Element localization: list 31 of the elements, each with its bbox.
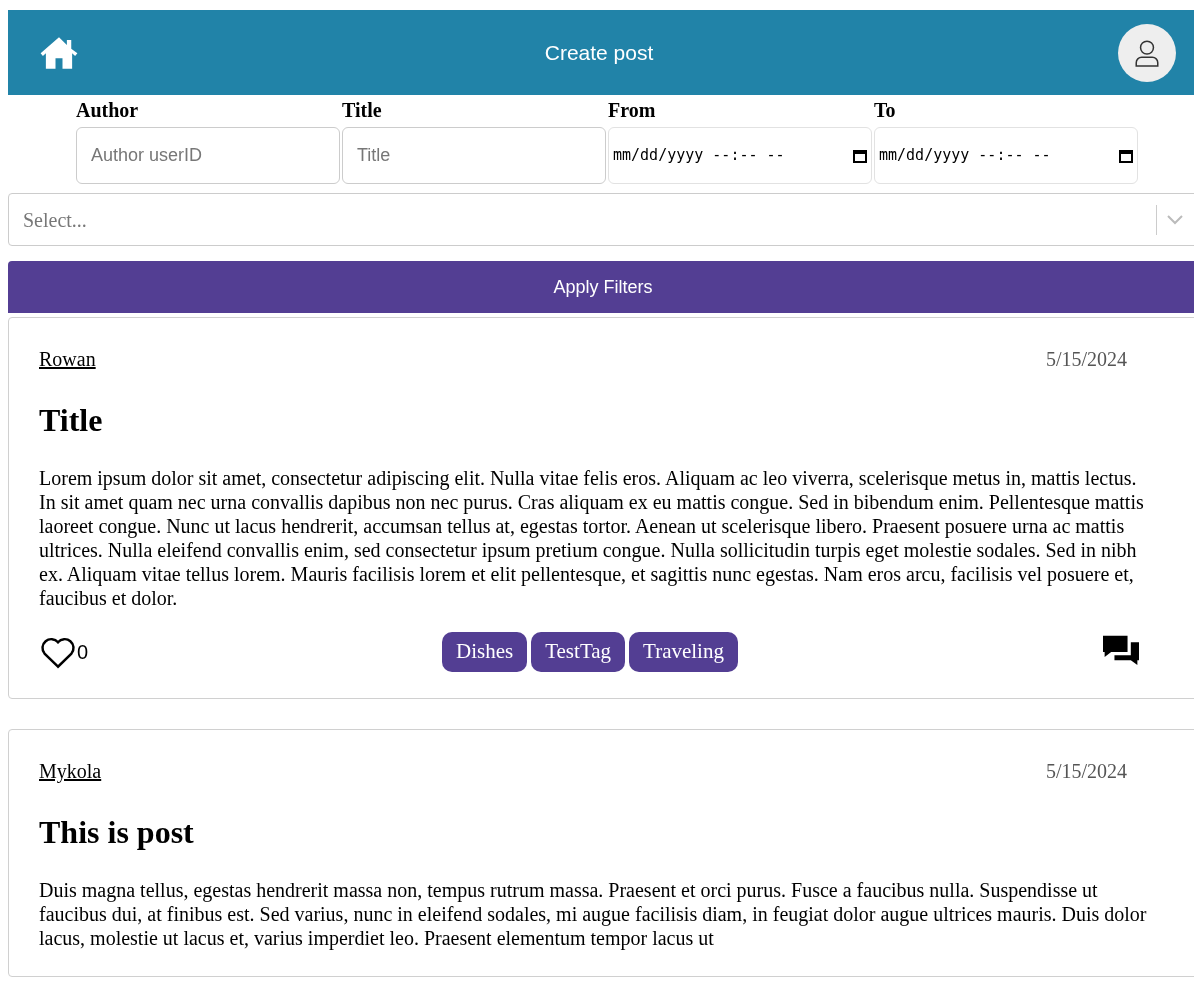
select-field[interactable]: Select... [8, 193, 1194, 246]
post-title: This is post [39, 813, 195, 852]
apply-filters-button[interactable]: Apply Filters [8, 261, 1194, 313]
user-icon [1134, 38, 1160, 67]
profile-button[interactable] [1118, 23, 1176, 82]
tag-chip[interactable]: TestTag [531, 632, 626, 672]
filter-field[interactable]: Title [342, 127, 606, 184]
post-body: Duis magna tellus, egestas hendrerit massa non, tempus rutrum massa. Praesent et orci purus. Fusce a faucibus nulla. Suspendisse ut faucibus dui, at finibus est. Sed varius, nunc in eleifend sodales, mi augue facilisis diam, in feugiat dolor augue ultrices mauris. Duis dolor lacus, molestie ut lacus et, varius imperdiet leo. Praesent elementum tempor lacus ut [39, 878, 1148, 950]
post-date: 5/15/2024 [1045, 347, 1127, 372]
post-body: Lorem ipsum dolor sit amet, consectetur adipiscing elit. Nulla vitae felis eros. Aliquam ac leo viverra, scelerisque metus in, mattis lectus. In sit amet quam nec urna convallis dapibus non nec purus. Cras aliquam ex eu mattis congue. Sed in bibendum enim. Pellentesque mattis laoreet congue. Nunc ut lacus hendrerit, accumsan tellus at, egestas tortor. Aenean ut scelerisque libero. Praesent posuere urna ac mattis ultrices. Nulla eleifend convallis enim, sed consectetur ipsum pretium congue. Nulla sollicitudin turpis eget molestie sodales. Sed in nibh ex. Aliquam vitae tellus lorem. Mauris facilisis lorem et elit pellentesque, et sagittis nunc egestas. Nam eros arcu, facilisis vel posuere et, faucibus et dolor. [39, 466, 1145, 610]
date-time-field[interactable]: mm/dd/yyyy --:-- -- [608, 127, 872, 184]
select-placeholder: Select... [23, 207, 88, 233]
filter-label: From [608, 98, 657, 123]
like-count: 0 [77, 640, 89, 665]
calendar-icon[interactable] [853, 148, 867, 163]
date-time-value: mm/dd/yyyy --:-- -- [613, 145, 785, 167]
tag-chip[interactable]: Traveling [629, 632, 738, 672]
post-title: Title [39, 401, 104, 440]
calendar-icon[interactable] [1119, 148, 1133, 163]
date-time-field[interactable]: mm/dd/yyyy --:-- -- [874, 127, 1138, 184]
author-link[interactable]: Mykola [39, 756, 102, 786]
filter-label: To [874, 98, 897, 123]
filter-label: Title [342, 98, 383, 123]
author-link[interactable]: Rowan [39, 344, 96, 374]
filter-field[interactable]: Author userID [76, 127, 340, 184]
post-date: 5/15/2024 [1045, 759, 1127, 784]
filter-label: Author [76, 98, 140, 123]
date-time-value: mm/dd/yyyy --:-- -- [879, 145, 1051, 167]
heart-icon[interactable] [39, 635, 77, 669]
tag-chip[interactable]: Dishes [442, 632, 528, 672]
page-title: Create post [544, 39, 654, 66]
